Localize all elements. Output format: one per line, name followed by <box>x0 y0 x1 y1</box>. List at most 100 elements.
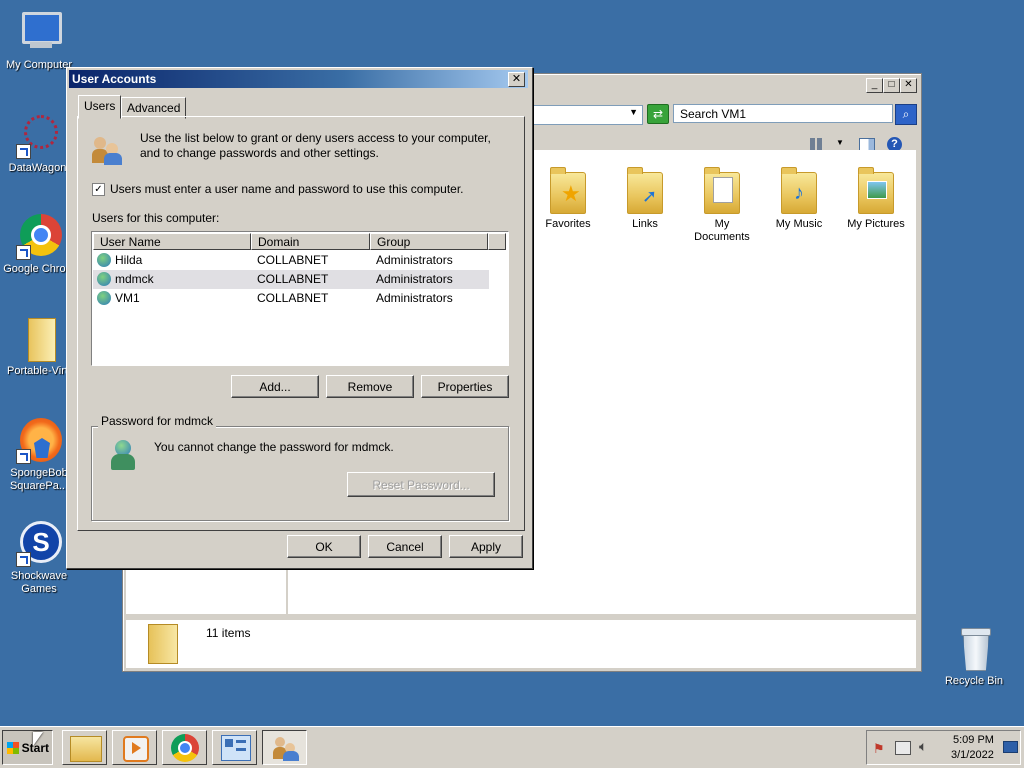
user-password-icon <box>109 440 137 470</box>
chevron-down-icon[interactable]: ▼ <box>629 107 638 117</box>
music-folder-icon: ♪ <box>781 167 817 214</box>
user-icon <box>97 291 111 305</box>
chrome-taskbar-button[interactable] <box>162 730 207 765</box>
reset-password-button[interactable]: Reset Password... <box>347 472 495 497</box>
folder-label: My Pictures <box>847 218 905 230</box>
desktop-icon-label: Shockwave Games <box>10 570 68 595</box>
cancel-button[interactable]: Cancel <box>368 535 442 558</box>
close-button[interactable]: ✕ <box>900 78 917 93</box>
taskbar: Start ⚑ 🔈︎ 5:09 PM 3/1/2022 <box>0 726 1024 768</box>
details-pane: 11 items <box>126 620 916 668</box>
refresh-icon[interactable]: ⇄ <box>647 104 669 124</box>
explorer-taskbar-button[interactable] <box>62 730 107 765</box>
column-header-group[interactable]: Group <box>370 233 488 250</box>
clock-time[interactable]: 5:09 PM <box>953 734 994 746</box>
column-header-user-name[interactable]: User Name <box>93 233 251 250</box>
media-player-icon <box>123 736 149 762</box>
folder-label: My Documents <box>694 218 750 243</box>
user-name: VM1 <box>115 291 140 305</box>
require-login-checkbox[interactable]: ✓ <box>92 183 105 196</box>
views-icon[interactable] <box>810 138 822 150</box>
volume-icon[interactable]: 🔈︎ <box>919 738 927 755</box>
action-center-flag-icon[interactable]: ⚑ <box>873 741 885 757</box>
users-list-label: Users for this computer: <box>92 211 220 225</box>
search-input[interactable]: Search VM1 <box>673 104 893 123</box>
shortcut-arrow-icon <box>16 144 31 159</box>
apply-button[interactable]: Apply <box>449 535 523 558</box>
tab-users[interactable]: Users <box>78 95 122 119</box>
item-count: 11 items <box>206 626 251 640</box>
desktop-icon-label: Recycle Bin <box>944 675 1004 687</box>
user-icon <box>97 272 111 286</box>
start-button[interactable]: Start <box>2 730 53 765</box>
user-accounts-taskbar-button[interactable] <box>262 730 307 765</box>
users-list[interactable]: User Name Domain Group Hilda COLLABNET A… <box>91 231 509 366</box>
nick-game-icon <box>16 418 62 464</box>
shortcut-arrow-icon <box>16 245 31 260</box>
column-header-filler <box>488 233 506 250</box>
network-icon[interactable] <box>895 741 911 755</box>
add-user-button[interactable]: Add... <box>231 375 319 398</box>
remove-button[interactable]: Remove <box>326 375 414 398</box>
user-domain: COLLABNET <box>257 253 329 267</box>
desktop-icon-recycle-bin[interactable]: Recycle Bin <box>935 626 1013 688</box>
folder-my-music[interactable]: ♪ My Music <box>763 167 835 231</box>
shockwave-icon: S <box>16 521 62 567</box>
table-row[interactable]: mdmck COLLABNET Administrators <box>93 270 489 289</box>
views-dropdown-icon[interactable]: ▼ <box>836 138 844 147</box>
address-bar[interactable]: ▼ <box>531 105 643 125</box>
computer-icon <box>16 10 62 56</box>
table-row[interactable]: Hilda COLLABNET Administrators <box>93 251 489 270</box>
mouse-cursor-icon <box>33 732 43 746</box>
desktop-icon-label: My Computer <box>5 59 73 71</box>
links-folder-icon: ➚ <box>627 167 663 214</box>
desktop-icon-label: Google Chrom <box>3 263 75 275</box>
folder-my-documents[interactable]: My Documents <box>686 167 758 244</box>
password-message: You cannot change the password for mdmck… <box>154 440 394 454</box>
folder-my-pictures[interactable]: My Pictures <box>840 167 912 231</box>
search-icon[interactable]: ⌕ <box>895 104 917 125</box>
user-accounts-dialog[interactable]: User Accounts ✕ Users Advanced Use the l… <box>66 67 533 569</box>
column-header-domain[interactable]: Domain <box>251 233 370 250</box>
maximize-button[interactable]: □ <box>883 78 900 93</box>
windows-logo-icon <box>7 742 19 754</box>
folder-favorites[interactable]: ★ Favorites <box>532 167 604 231</box>
tab-label: Users <box>84 99 116 113</box>
dialog-titlebar[interactable]: User Accounts ✕ <box>69 70 528 88</box>
show-desktop-icon[interactable] <box>1003 741 1018 753</box>
desktop-icon-label: DataWagon. <box>8 162 70 174</box>
tab-label: Advanced <box>127 101 181 115</box>
desktop-icon-my-computer[interactable]: My Computer <box>0 10 78 72</box>
desktop-icon-label: SpongeBob SquarePa... <box>9 467 69 492</box>
user-group: Administrators <box>376 253 453 267</box>
chrome-icon <box>16 214 62 260</box>
folder-icon <box>16 316 62 362</box>
shortcut-arrow-icon <box>16 552 31 567</box>
favorites-folder-icon: ★ <box>550 167 586 214</box>
password-group-label: Password for mdmck <box>98 414 217 428</box>
explorer-icon <box>70 736 102 762</box>
table-row[interactable]: VM1 COLLABNET Administrators <box>93 289 489 308</box>
ok-button[interactable]: OK <box>287 535 361 558</box>
media-player-taskbar-button[interactable] <box>112 730 157 765</box>
user-group: Administrators <box>376 291 453 305</box>
properties-button[interactable]: Properties <box>421 375 509 398</box>
pictures-folder-icon <box>858 167 894 214</box>
user-folder-icon <box>148 624 178 664</box>
close-icon[interactable]: ✕ <box>508 72 525 87</box>
intro-text: Use the list below to grant or deny user… <box>140 131 491 160</box>
folder-label: My Music <box>775 218 823 230</box>
require-login-label[interactable]: Users must enter a user name and passwor… <box>110 182 464 196</box>
shortcut-arrow-icon <box>16 449 31 464</box>
clock-date[interactable]: 3/1/2022 <box>951 749 994 761</box>
system-tray: ⚑ 🔈︎ 5:09 PM 3/1/2022 <box>866 730 1021 765</box>
folder-label: Favorites <box>545 218 591 230</box>
minimize-button[interactable]: _ <box>866 78 883 93</box>
desktop-icon-label: Portable-Virt. <box>7 365 71 377</box>
folder-links[interactable]: ➚ Links <box>609 167 681 231</box>
user-name: Hilda <box>115 253 143 267</box>
recycle-bin-icon <box>951 626 997 672</box>
control-panel-taskbar-button[interactable] <box>212 730 257 765</box>
user-icon <box>97 253 111 267</box>
user-domain: COLLABNET <box>257 291 329 305</box>
